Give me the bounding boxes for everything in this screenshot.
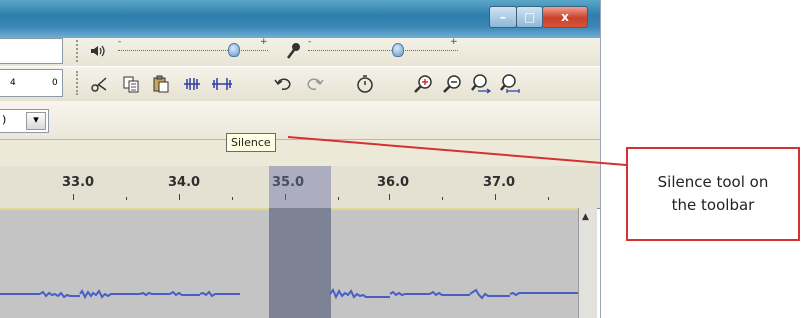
slider-max-label: +: [260, 37, 268, 47]
sync-lock-icon: [356, 74, 374, 94]
zoom-out-button[interactable]: [439, 71, 465, 97]
zoom-in-icon: [413, 74, 433, 94]
paste-icon: [152, 75, 170, 93]
fit-selection-button[interactable]: [468, 71, 494, 97]
undo-button[interactable]: [270, 71, 296, 97]
silence-button[interactable]: [209, 71, 235, 97]
ruler-selection-highlight: [269, 166, 331, 208]
slider-thumb[interactable]: [392, 43, 404, 57]
ruler-label: 33.0: [62, 175, 95, 190]
undo-icon: [274, 76, 292, 92]
annotation-callout: Silence tool on the toolbar: [626, 147, 800, 241]
toolbar-grip[interactable]: [76, 40, 84, 62]
ruler-tick: [73, 194, 74, 200]
redo-icon: [306, 76, 324, 92]
silence-tooltip: Silence: [226, 133, 276, 152]
speaker-icon: [90, 43, 106, 62]
copy-icon: [122, 75, 140, 93]
slider-max-label: +: [450, 37, 458, 47]
ruler-tick: [548, 197, 549, 200]
ruler-label: 37.0: [483, 175, 516, 190]
ruler-tick: [232, 197, 233, 200]
selection-field-middle[interactable]: 4 0: [0, 69, 63, 97]
zoom-in-button[interactable]: [410, 71, 436, 97]
minimize-icon: –: [500, 10, 506, 24]
recording-volume-slider[interactable]: - +: [308, 37, 458, 58]
edit-toolbar: 4 0: [0, 66, 600, 102]
close-button[interactable]: x: [542, 6, 588, 28]
selection-field-top[interactable]: [0, 38, 63, 64]
redo-button[interactable]: [302, 71, 328, 97]
zoom-out-icon: [442, 74, 462, 94]
ruler-tick: [389, 194, 390, 200]
close-icon: x: [561, 10, 569, 24]
title-bar: – □ x: [0, 0, 600, 38]
device-dropdown[interactable]: ) ▾: [0, 109, 49, 133]
copy-button[interactable]: [118, 71, 144, 97]
slider-min-label: -: [308, 37, 312, 47]
trim-button[interactable]: [179, 71, 205, 97]
callout-line-1: Silence tool on: [657, 173, 769, 191]
sync-lock-button[interactable]: [352, 71, 378, 97]
slider-min-label: -: [118, 37, 122, 47]
cut-button[interactable]: [87, 71, 113, 97]
slider-track: [118, 50, 268, 51]
waveform: [0, 288, 578, 300]
fit-project-icon: [499, 74, 521, 94]
vertical-scrollbar[interactable]: ▲: [578, 208, 597, 318]
maximize-button[interactable]: □: [516, 6, 543, 28]
ruler-tick: [495, 194, 496, 200]
cut-icon: [91, 75, 109, 93]
callout-line-2: the toolbar: [671, 196, 755, 214]
scroll-up-icon[interactable]: ▲: [582, 212, 589, 222]
minimize-button[interactable]: –: [489, 6, 517, 28]
field-value: 4: [10, 78, 16, 88]
paste-button[interactable]: [148, 71, 174, 97]
toolbar-grip[interactable]: [76, 71, 84, 95]
ruler-label: 36.0: [377, 175, 410, 190]
silence-icon: [211, 75, 233, 93]
ruler-tick: [179, 194, 180, 200]
trim-icon: [182, 75, 202, 93]
ruler-tick: [126, 197, 127, 200]
slider-thumb[interactable]: [228, 43, 240, 57]
mixer-toolbar: - + - +: [0, 37, 600, 66]
device-toolbar: ) ▾: [0, 101, 600, 140]
playback-volume-slider[interactable]: - +: [118, 37, 268, 58]
fit-selection-icon: [470, 74, 492, 94]
fit-project-button[interactable]: [497, 71, 523, 97]
chevron-down-icon[interactable]: ▾: [26, 112, 46, 130]
field-value: 0: [52, 78, 58, 88]
toolbar-area: - + - + 4 0) ▾: [0, 37, 600, 166]
dropdown-value: ): [2, 113, 7, 126]
ruler-tick: [442, 197, 443, 200]
slider-track: [308, 50, 458, 51]
ruler-label: 34.0: [168, 175, 201, 190]
microphone-icon: [286, 42, 302, 64]
ruler-tick: [338, 197, 339, 200]
audacity-window: – □ x - + - + 4 0) ▾ Silence 33.0 34.0 …: [0, 0, 601, 318]
maximize-icon: □: [523, 10, 536, 24]
